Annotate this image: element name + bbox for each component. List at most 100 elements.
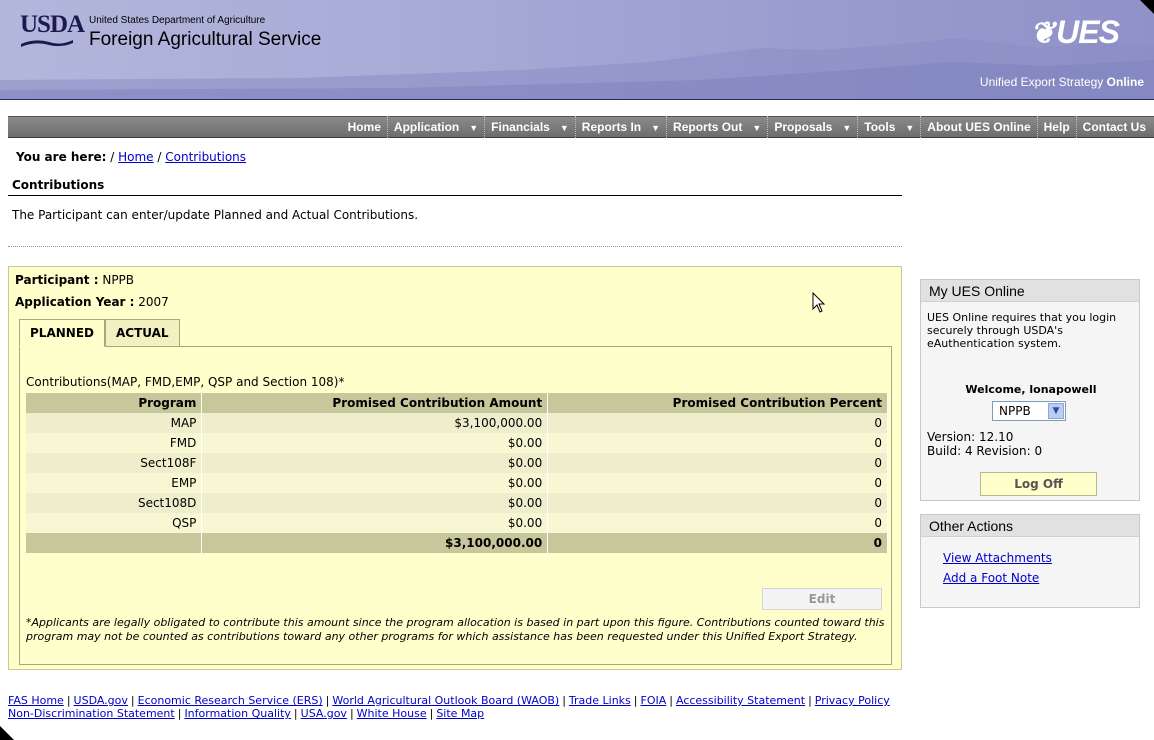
amount-cell: $0.00 (201, 433, 549, 453)
version-text: Version: 12.10 (927, 430, 1014, 444)
welcome-text: Welcome, lonapowell (965, 383, 1097, 396)
column-header-program: Program (26, 393, 203, 413)
footer-link-accessibility[interactable]: Accessibility Statement (676, 694, 805, 707)
caret-down-icon: ▼ (559, 123, 569, 133)
footer-row-1: FAS Home | USDA.gov | Economic Research Serv… (8, 694, 890, 707)
participant-value: NPPB (102, 273, 135, 287)
edit-button[interactable]: Edit (762, 588, 882, 610)
breadcrumb-home-link[interactable]: Home (118, 150, 153, 164)
nav-help[interactable]: Help (1036, 116, 1076, 138)
column-header-percent: Promised Contribution Percent (547, 393, 888, 413)
caret-down-icon: ▼ (651, 123, 661, 133)
contributions-table: Program Promised Contribution Amount Pro… (26, 393, 888, 553)
chevron-down-icon[interactable]: ▼ (1048, 403, 1064, 419)
mouse-pointer-icon (812, 292, 826, 313)
participant-select-value: NPPB (999, 404, 1031, 418)
table-row: QSP $0.00 0 (26, 513, 888, 533)
table-row: Sect108F $0.00 0 (26, 453, 888, 473)
program-cell: EMP (26, 473, 203, 493)
percent-cell: 0 (547, 493, 888, 513)
amount-cell: $3,100,000.00 (201, 413, 549, 433)
other-actions-box: Other Actions View Attachments Add a Foo… (920, 514, 1140, 608)
nav-reports-out[interactable]: Reports Out ▼ (666, 116, 767, 138)
total-percent-cell: 0 (547, 533, 888, 553)
breadcrumb-separator: / (157, 150, 162, 164)
breadcrumb: You are here: / Home / Contributions (16, 150, 246, 164)
tab-planned[interactable]: PLANNED (19, 319, 105, 347)
nav-reports-in[interactable]: Reports In ▼ (574, 116, 666, 138)
breadcrumb-separator: / (110, 150, 115, 164)
department-name: United States Department of Agriculture (89, 15, 266, 26)
percent-cell: 0 (547, 473, 888, 493)
table-row: EMP $0.00 0 (26, 473, 888, 493)
log-off-button[interactable]: Log Off (980, 472, 1097, 496)
nav-about-label: About UES Online (927, 120, 1031, 134)
footer-row-2: Non-Discrimination Statement | Information… (8, 707, 485, 720)
ues-wheat-icon: ❦ (1030, 17, 1055, 50)
footer-link-site-map[interactable]: Site Map (436, 707, 484, 720)
ues-logo[interactable]: ❦UES (1030, 14, 1120, 51)
nav-contact[interactable]: Contact Us (1075, 116, 1152, 138)
login-message: UES Online requires that you login secur… (927, 311, 1117, 350)
add-foot-note-link[interactable]: Add a Foot Note (943, 571, 1039, 585)
tagline-suffix: Online (1106, 75, 1144, 89)
caret-down-icon: ▼ (905, 123, 915, 133)
nav-financials[interactable]: Financials ▼ (484, 116, 575, 138)
footer-link-usda-gov[interactable]: USDA.gov (74, 694, 128, 707)
percent-cell: 0 (547, 513, 888, 533)
participant-select[interactable]: NPPB ▼ (992, 401, 1066, 421)
table-row: Sect108D $0.00 0 (26, 493, 888, 513)
footer-link-privacy[interactable]: Privacy Policy (815, 694, 890, 707)
table-caption: Contributions(MAP, FMD,EMP, QSP and Sect… (26, 375, 345, 389)
nav-financials-label: Financials (491, 120, 550, 134)
footer-link-waob[interactable]: World Agricultural Outlook Board (WAOB) (332, 694, 559, 707)
table-total-row: $3,100,000.00 0 (26, 533, 888, 553)
column-header-amount: Promised Contribution Amount (201, 393, 549, 413)
amount-cell: $0.00 (201, 473, 549, 493)
view-attachments-link[interactable]: View Attachments (943, 551, 1052, 565)
tab-actual[interactable]: ACTUAL (104, 319, 180, 347)
footer-link-white-house[interactable]: White House (357, 707, 427, 720)
table-row: FMD $0.00 0 (26, 433, 888, 453)
amount-cell: $0.00 (201, 493, 549, 513)
nav-application[interactable]: Application ▼ (386, 116, 484, 138)
my-ues-online-title: My UES Online (921, 280, 1139, 302)
footer-link-non-discrimination[interactable]: Non-Discrimination Statement (8, 707, 175, 720)
footer-link-trade-links[interactable]: Trade Links (569, 694, 631, 707)
footer-link-information-quality[interactable]: Information Quality (184, 707, 290, 720)
program-cell: Sect108D (26, 493, 203, 513)
nav-reports-out-label: Reports Out (673, 120, 743, 134)
contributions-panel: Participant : NPPB Application Year : 20… (8, 266, 902, 670)
participant-info: Participant : NPPB (15, 273, 134, 287)
footer-link-ers[interactable]: Economic Research Service (ERS) (138, 694, 323, 707)
corner-triangle-icon (0, 726, 14, 740)
footer-link-usa-gov[interactable]: USA.gov (301, 707, 347, 720)
nav-home[interactable]: Home (342, 116, 387, 138)
main-navigation: Home Application ▼ Financials ▼ Reports In… (8, 116, 1154, 138)
program-cell: QSP (26, 513, 203, 533)
footer-links: FAS Home | USDA.gov | Economic Research Serv… (8, 694, 890, 720)
amount-cell: $0.00 (201, 513, 549, 533)
percent-cell: 0 (547, 413, 888, 433)
planned-tab-content: Contributions(MAP, FMD,EMP, QSP and Sect… (19, 346, 892, 665)
participant-label: Participant : (15, 273, 99, 287)
nav-proposals-label: Proposals (774, 120, 833, 134)
section-divider (8, 246, 902, 247)
footer-link-fas-home[interactable]: FAS Home (8, 694, 64, 707)
nav-proposals[interactable]: Proposals ▼ (767, 116, 857, 138)
breadcrumb-prefix: You are here: (16, 150, 107, 164)
usda-logo[interactable]: USDA (20, 11, 85, 39)
ues-tagline: Unified Export Strategy Online (980, 75, 1144, 89)
nav-about[interactable]: About UES Online (920, 116, 1036, 138)
corner-arrow-icon (1140, 0, 1154, 14)
nav-reports-in-label: Reports In (581, 120, 642, 134)
version-info: Version: 12.10 Build: 4 Revision: 0 (927, 430, 1042, 458)
breadcrumb-current-link[interactable]: Contributions (165, 150, 246, 164)
agency-name: Foreign Agricultural Service (89, 29, 322, 50)
table-header-row: Program Promised Contribution Amount Pro… (26, 393, 888, 413)
contribution-tabs: PLANNED ACTUAL (19, 319, 180, 347)
nav-tools[interactable]: Tools ▼ (857, 116, 920, 138)
ues-logo-text: UES (1056, 14, 1120, 50)
footer-link-foia[interactable]: FOIA (641, 694, 667, 707)
header-banner: USDA United States Department of Agricul… (0, 0, 1154, 100)
